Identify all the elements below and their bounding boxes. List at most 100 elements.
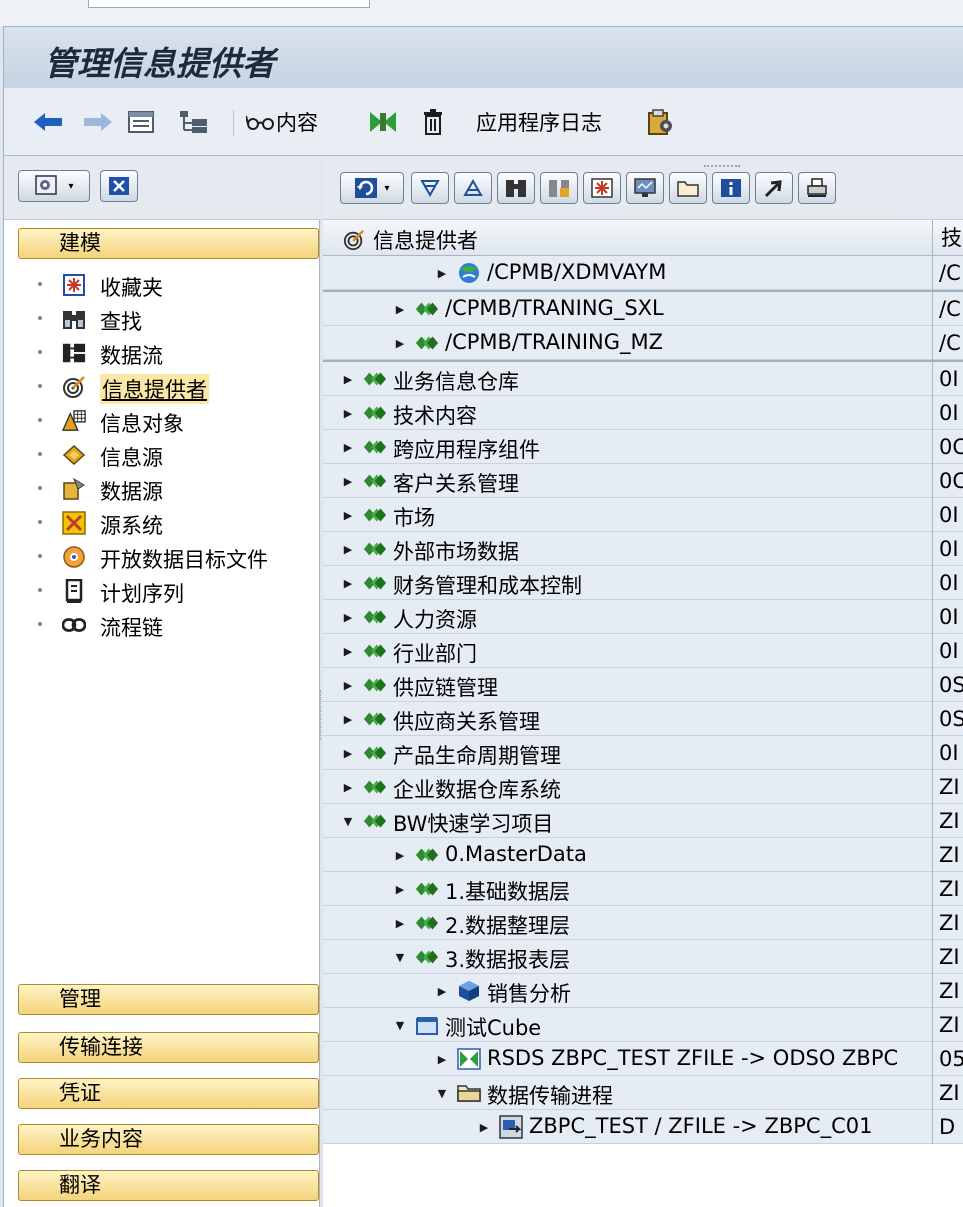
tree-row[interactable]: ▶ /CPMB/TRANING_SXL/C xyxy=(323,292,963,326)
tree-row[interactable]: ▶ 供应链管理0S xyxy=(323,668,963,702)
tree-node-label[interactable]: 行业部门 xyxy=(393,638,932,668)
tree-node-label[interactable]: 人力资源 xyxy=(393,604,932,634)
nav-item-infoobject[interactable]: 信息对象 xyxy=(4,404,321,440)
tree-node-label[interactable]: 产品生命周期管理 xyxy=(393,740,932,770)
display-button[interactable] xyxy=(626,172,664,204)
tree-node-label[interactable]: 市场 xyxy=(393,502,932,532)
section-admin[interactable]: 管理 xyxy=(18,984,319,1015)
tree-node-label[interactable]: 企业数据仓库系统 xyxy=(393,774,932,804)
tree-row[interactable]: ▶ 0.MasterData ZI xyxy=(323,838,963,872)
expand-arrow-icon[interactable]: ▶ xyxy=(341,770,355,804)
collapse-arrow-icon[interactable]: ▼ xyxy=(393,940,407,974)
tree-row[interactable]: ▶ 供应商关系管理0S xyxy=(323,702,963,736)
collapse-arrow-icon[interactable]: ▼ xyxy=(393,1008,407,1042)
back-arrow-icon[interactable] xyxy=(32,88,64,156)
expand-arrow-icon[interactable]: ▶ xyxy=(341,702,355,736)
refresh-button[interactable]: ▾ xyxy=(340,172,404,204)
nav-item-open-hub[interactable]: 开放数据目标文件 xyxy=(4,540,321,576)
tree-node-label[interactable]: /CPMB/TRANING_SXL xyxy=(445,296,932,320)
expand-arrow-icon[interactable]: ▶ xyxy=(341,396,355,430)
tree-row[interactable]: ▶ 财务管理和成本控制 0I xyxy=(323,566,963,600)
find-next-button[interactable] xyxy=(540,172,578,204)
expand-arrow-icon[interactable]: ▶ xyxy=(341,430,355,464)
tree-node-label[interactable]: 技术内容 xyxy=(393,400,932,430)
tree-node-label[interactable]: 数据传输进程 xyxy=(487,1080,932,1110)
expand-arrow-icon[interactable]: ▶ xyxy=(435,974,449,1008)
tree-node-label[interactable]: RSDS ZBPC_TEST ZFILE -> ODSO ZBPC xyxy=(487,1046,932,1070)
tree-node-label[interactable]: 2.数据整理层 xyxy=(445,910,932,940)
tree-node-label[interactable]: BW快速学习项目 xyxy=(393,808,932,838)
command-field[interactable] xyxy=(88,0,370,8)
favorite-button[interactable] xyxy=(583,172,621,204)
technical-name-column-header[interactable]: 技 xyxy=(932,220,962,256)
tree-node-label[interactable]: ZBPC_TEST / ZFILE -> ZBPC_C01 xyxy=(529,1114,932,1138)
print-button[interactable] xyxy=(798,172,836,204)
nav-item-infoprovider[interactable]: 信息提供者 xyxy=(4,370,321,406)
expand-arrow-icon[interactable]: ▶ xyxy=(341,464,355,498)
tree-row[interactable]: ▼ BW快速学习项目 ZI xyxy=(323,804,963,838)
content-button[interactable]: 内容 xyxy=(246,88,318,156)
expand-arrow-icon[interactable]: ▶ xyxy=(341,668,355,702)
collapse-all-button[interactable] xyxy=(454,172,492,204)
tree-node-label[interactable]: 外部市场数据 xyxy=(393,536,932,566)
clipboard-settings-icon[interactable] xyxy=(646,88,674,156)
navigate-button[interactable] xyxy=(755,172,793,204)
tree-row[interactable]: ▶ /CPMB/TRAINING_MZ/C xyxy=(323,326,963,360)
trash-icon[interactable] xyxy=(422,88,444,156)
tree-row[interactable]: ▼ 3.数据报表层 ZI xyxy=(323,940,963,974)
expand-arrow-icon[interactable]: ▶ xyxy=(341,532,355,566)
expand-arrow-icon[interactable]: ▶ xyxy=(477,1110,491,1144)
find-button[interactable] xyxy=(497,172,535,204)
hierarchy-icon[interactable] xyxy=(179,88,209,156)
nav-item-process-variant[interactable]: 计划序列 xyxy=(4,574,321,610)
tree-row[interactable]: ▶ 企业数据仓库系统 ZI xyxy=(323,770,963,804)
tree-node-label[interactable]: 业务信息仓库 xyxy=(393,366,932,396)
nav-item-search[interactable]: 查找 xyxy=(4,302,321,338)
tree-row[interactable]: ▶ 跨应用程序组件0C xyxy=(323,430,963,464)
tree-node-label[interactable]: 客户关系管理 xyxy=(393,468,932,498)
tree-node-label[interactable]: 销售分析 xyxy=(487,978,932,1008)
nav-item-favorites[interactable]: 收藏夹 xyxy=(4,268,321,304)
tree-node-label[interactable]: 0.MasterData xyxy=(445,842,932,866)
section-translate[interactable]: 翻译 xyxy=(18,1170,319,1201)
info-button[interactable] xyxy=(712,172,750,204)
transfer-icon[interactable] xyxy=(368,88,398,156)
tree-row[interactable]: ▶ 2.数据整理层 ZI xyxy=(323,906,963,940)
nav-item-datasource[interactable]: 数据源 xyxy=(4,472,321,508)
expand-all-button[interactable] xyxy=(411,172,449,204)
tree-node-label[interactable]: 跨应用程序组件 xyxy=(393,434,932,464)
nav-item-dataflow[interactable]: 数据流 xyxy=(4,336,321,372)
expand-arrow-icon[interactable]: ▶ xyxy=(341,566,355,600)
tree-node-label[interactable]: 测试Cube xyxy=(445,1012,932,1042)
collapse-arrow-icon[interactable]: ▼ xyxy=(341,804,355,838)
tree-node-label[interactable]: 3.数据报表层 xyxy=(445,944,932,974)
expand-arrow-icon[interactable]: ▶ xyxy=(341,634,355,668)
tree-node-label[interactable]: 财务管理和成本控制 xyxy=(393,570,932,600)
tree-row[interactable]: ▶ 客户关系管理0C xyxy=(323,464,963,498)
tree-row[interactable]: ▶ ZBPC_TEST / ZFILE -> ZBPC_C01 D xyxy=(323,1110,963,1144)
expand-arrow-icon[interactable]: ▶ xyxy=(341,736,355,770)
expand-arrow-icon[interactable]: ▶ xyxy=(435,256,449,290)
tree-row[interactable]: ▶ 行业部门 0I xyxy=(323,634,963,668)
tree-node-label[interactable]: 供应商关系管理 xyxy=(393,706,932,736)
forward-arrow-icon[interactable] xyxy=(82,88,114,156)
tree-row[interactable]: ▶ 人力资源 0I xyxy=(323,600,963,634)
nav-item-infosource[interactable]: 信息源 xyxy=(4,438,321,474)
section-transport[interactable]: 传输连接 xyxy=(18,1032,319,1063)
collapse-arrow-icon[interactable]: ▼ xyxy=(435,1076,449,1110)
tree-row[interactable]: ▶ 业务信息仓库 0I xyxy=(323,362,963,396)
toolbar-grip[interactable] xyxy=(704,165,740,168)
expand-arrow-icon[interactable]: ▶ xyxy=(393,872,407,906)
tree-row[interactable]: ▶ 市场 0I xyxy=(323,498,963,532)
tree-row[interactable]: ▶ RSDS ZBPC_TEST ZFILE -> ODSO ZBPC05 xyxy=(323,1042,963,1076)
section-voucher[interactable]: 凭证 xyxy=(18,1078,319,1109)
section-business-content[interactable]: 业务内容 xyxy=(18,1124,319,1155)
nav-item-process-chain[interactable]: 流程链 xyxy=(4,608,321,644)
expand-arrow-icon[interactable]: ▶ xyxy=(393,838,407,872)
section-modeling[interactable]: 建模 xyxy=(18,228,319,259)
expand-arrow-icon[interactable]: ▶ xyxy=(341,498,355,532)
settings-dropdown-button[interactable]: ▾ xyxy=(18,170,90,202)
expand-arrow-icon[interactable]: ▶ xyxy=(393,292,407,326)
expand-arrow-icon[interactable]: ▶ xyxy=(341,600,355,634)
tree-node-label[interactable]: /CPMB/XDMVAYM xyxy=(487,260,932,284)
